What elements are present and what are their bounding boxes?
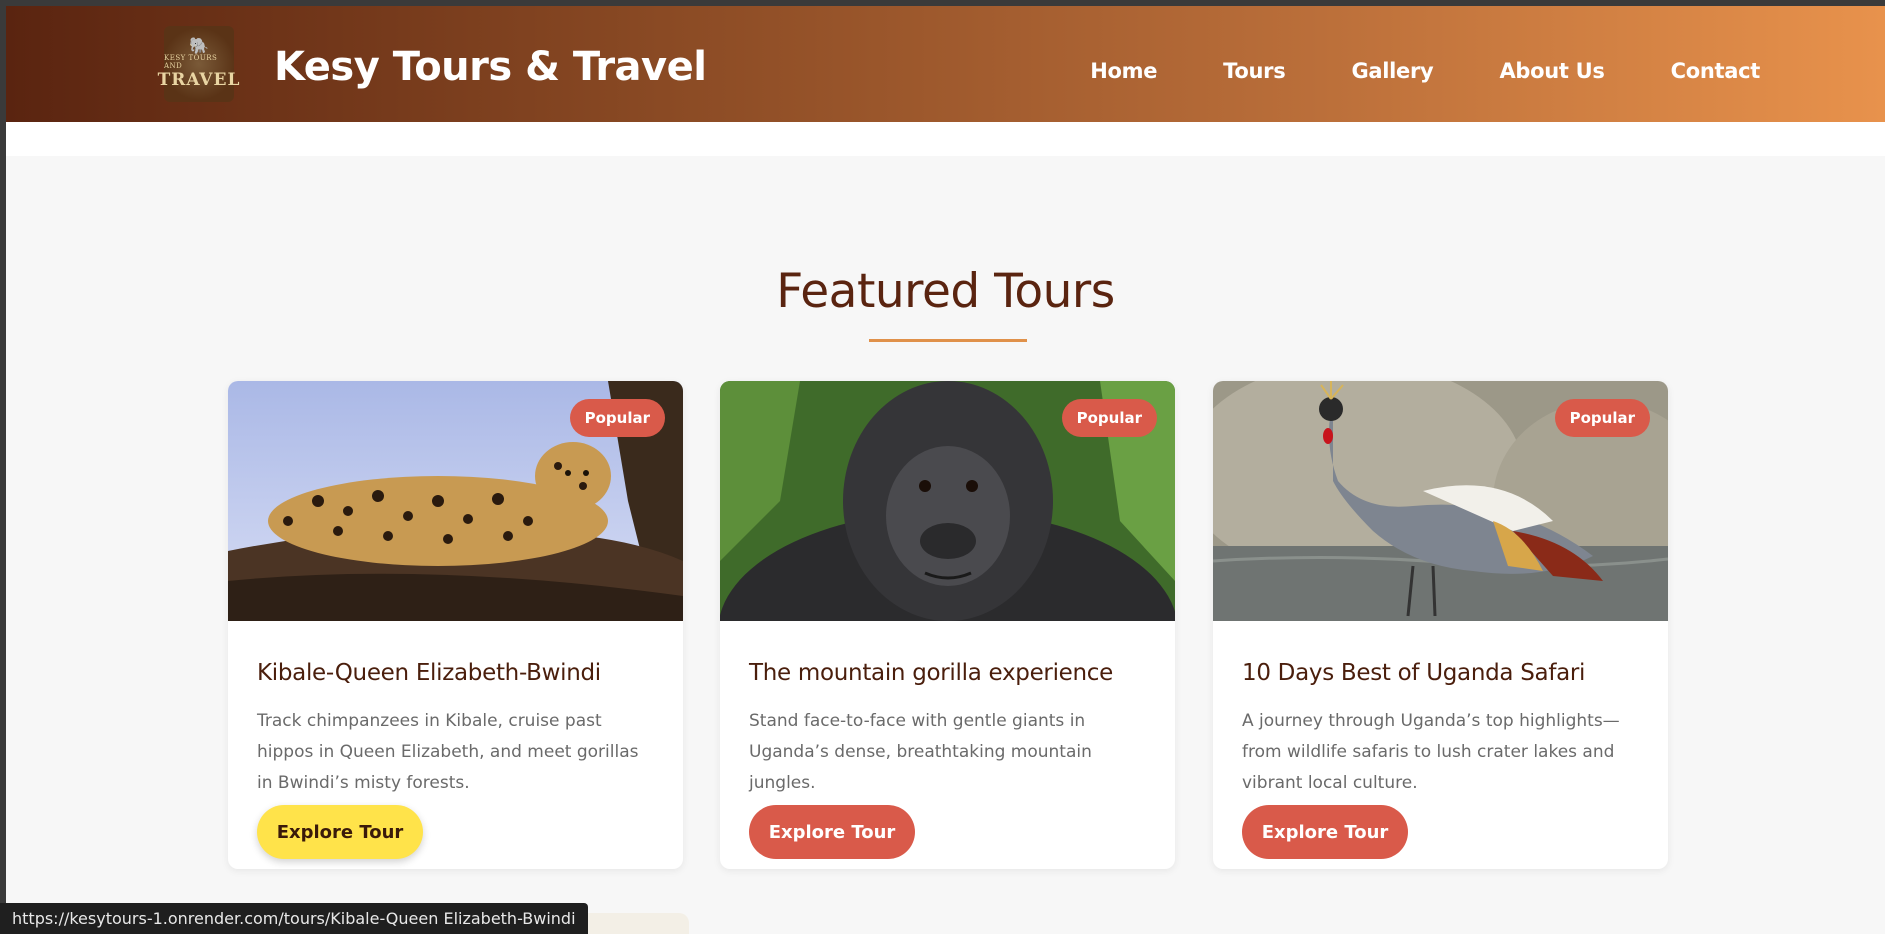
tour-image-gorilla[interactable]: Popular (720, 381, 1175, 621)
tour-card[interactable]: Popular Kibale-Queen Elizabeth-Bwindi Tr… (228, 381, 683, 869)
tour-description: A journey through Uganda’s top highlight… (1242, 711, 1620, 793)
link-status-bar: https://kesytours-1.onrender.com/tours/K… (0, 903, 588, 934)
site-header: 🐘 KESY TOURS AND TRAVEL Kesy Tours & Tra… (6, 6, 1885, 122)
explore-tour-button[interactable]: Explore Tour (257, 805, 423, 859)
tour-image-crane[interactable]: Popular (1213, 381, 1668, 621)
tour-image-leopard[interactable]: Popular (228, 381, 683, 621)
main-nav: Home Tours Gallery About Us Contact (1024, 59, 1760, 83)
tour-card[interactable]: Popular The mountain gorilla experience … (720, 381, 1175, 869)
title-underline (869, 339, 1027, 342)
header-spacer (6, 122, 1885, 156)
tour-description: Stand face-to-face with gentle giants in… (749, 711, 1092, 793)
popular-badge: Popular (1061, 399, 1157, 437)
site-logo[interactable]: 🐘 KESY TOURS AND TRAVEL (158, 26, 239, 102)
nav-home[interactable]: Home (1090, 59, 1157, 83)
nav-contact[interactable]: Contact (1671, 59, 1761, 83)
elephant-icon: 🐘 (189, 36, 209, 55)
section-title: Featured Tours (776, 264, 1115, 319)
nav-about-us[interactable]: About Us (1499, 59, 1604, 83)
tour-card[interactable]: Popular 10 Days Best of Uganda Safari A … (1213, 381, 1668, 869)
browser-viewport: 🐘 KESY TOURS AND TRAVEL Kesy Tours & Tra… (6, 6, 1885, 934)
popular-badge: Popular (1554, 399, 1650, 437)
tour-title[interactable]: 10 Days Best of Uganda Safari (1242, 660, 1585, 686)
logo-line2: TRAVEL (157, 70, 241, 90)
popular-badge: Popular (569, 399, 665, 437)
explore-tour-button[interactable]: Explore Tour (749, 805, 915, 859)
tour-description: Track chimpanzees in Kibale, cruise past… (257, 711, 639, 793)
tour-title[interactable]: Kibale-Queen Elizabeth-Bwindi (257, 660, 601, 686)
site-brand-name[interactable]: Kesy Tours & Travel (274, 44, 707, 90)
tour-title[interactable]: The mountain gorilla experience (749, 660, 1113, 686)
nav-tours[interactable]: Tours (1223, 59, 1286, 83)
logo-line1: KESY TOURS AND (164, 54, 218, 70)
nav-gallery[interactable]: Gallery (1351, 59, 1433, 83)
explore-tour-button[interactable]: Explore Tour (1242, 805, 1408, 859)
